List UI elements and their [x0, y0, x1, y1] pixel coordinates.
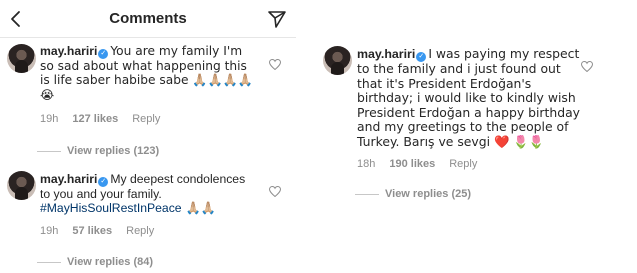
hashtag-link[interactable]: #MayHisSoulRestInPeace [40, 201, 182, 215]
avatar[interactable] [7, 171, 36, 200]
comments-panel-right: may.hariri ✓ I was paying my respect to th… [313, 0, 637, 273]
heart-icon [268, 185, 282, 198]
comment-text: may.hariri ✓ You are my family I'm so sad … [40, 44, 258, 102]
share-button[interactable] [267, 9, 287, 29]
timestamp: 18h [357, 158, 376, 170]
like-count[interactable]: 190 likes [389, 158, 435, 170]
timestamp: 19h [40, 225, 59, 237]
paper-plane-icon [268, 11, 286, 28]
divider-line [37, 261, 61, 263]
timestamp: 19h [40, 113, 59, 125]
like-button[interactable] [268, 57, 282, 71]
view-replies-label: View replies (25) [385, 188, 472, 200]
comment-text: may.hariri ✓ I was paying my respect to th… [357, 46, 587, 150]
reply-link[interactable]: Reply [126, 225, 154, 237]
view-replies-link[interactable]: View replies (25) [355, 188, 471, 200]
comment-meta: 18h 190 likes Reply [357, 158, 491, 170]
comment-meta: 19h 127 likes Reply [40, 113, 174, 125]
verified-badge-icon: ✓ [98, 49, 109, 59]
reply-link[interactable]: Reply [449, 158, 477, 170]
comments-header: Comments [0, 0, 296, 38]
like-count[interactable]: 57 likes [72, 225, 112, 237]
verified-badge-icon: ✓ [98, 177, 109, 187]
comment-emoji: 🙏🏼🙏🏼 [181, 201, 216, 216]
view-replies-link[interactable]: View replies (123) [37, 145, 159, 157]
heart-icon [268, 58, 282, 71]
comments-panel-left: Comments may.hariri ✓ You are my family I'… [0, 0, 296, 273]
comment-item: may.hariri ✓ I was paying my respect to th… [313, 46, 637, 206]
view-replies-label: View replies (84) [67, 256, 154, 268]
comment-text: may.hariri ✓ My deepest condolences to you… [40, 172, 258, 216]
avatar[interactable] [7, 44, 36, 73]
divider-line [37, 150, 61, 152]
comment-item: may.hariri ✓ You are my family I'm so sad … [0, 44, 296, 157]
like-button[interactable] [580, 59, 594, 73]
comment-item: may.hariri ✓ My deepest condolences to you… [0, 171, 296, 271]
view-replies-label: View replies (123) [67, 145, 160, 157]
heart-icon [580, 60, 594, 73]
divider-line [355, 193, 379, 195]
comment-content: I was paying my respect to the family an… [357, 46, 581, 149]
like-count[interactable]: 127 likes [72, 113, 118, 125]
view-replies-link[interactable]: View replies (84) [37, 256, 153, 268]
reply-link[interactable]: Reply [132, 113, 160, 125]
comment-meta: 19h 57 likes Reply [40, 225, 168, 237]
username[interactable]: may.hariri [40, 172, 97, 186]
like-button[interactable] [268, 184, 282, 198]
username[interactable]: may.hariri [40, 44, 97, 58]
page-title: Comments [109, 10, 187, 27]
avatar[interactable] [323, 46, 352, 75]
username[interactable]: may.hariri [357, 47, 415, 61]
